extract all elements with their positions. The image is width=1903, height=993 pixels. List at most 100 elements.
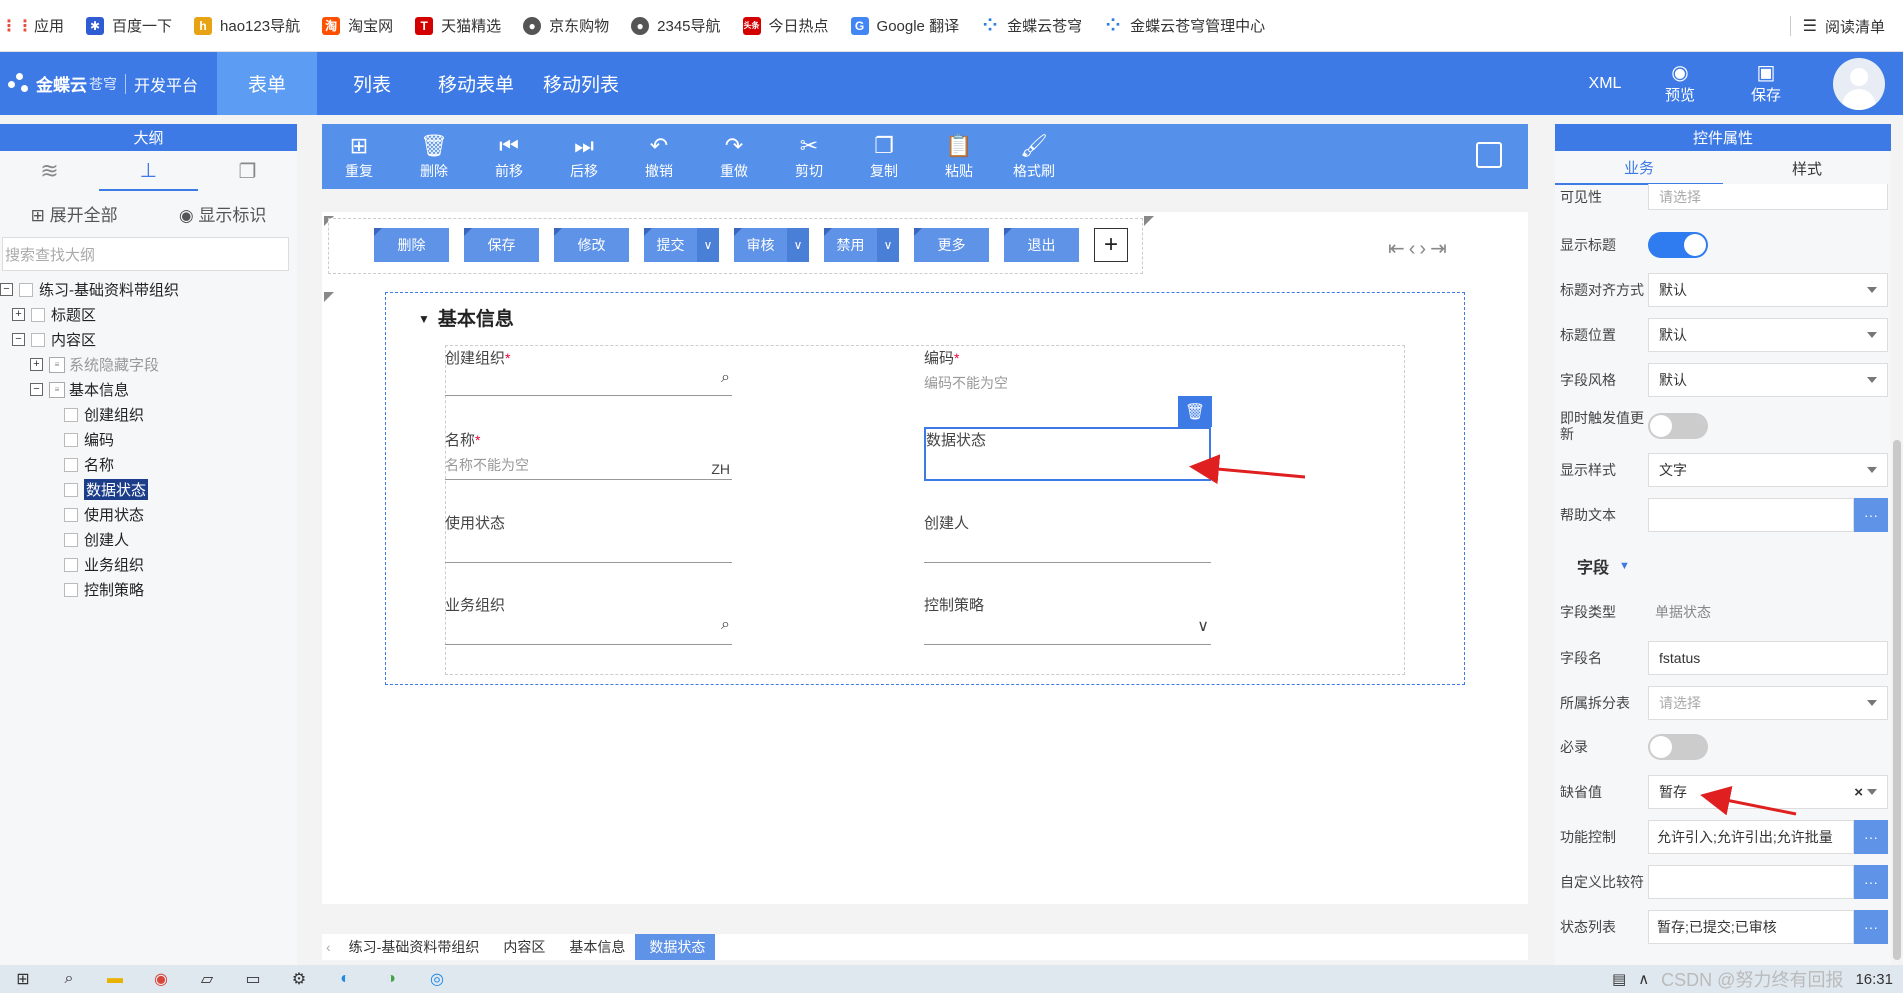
tab-business[interactable]: 业务 bbox=[1555, 151, 1723, 185]
more-button[interactable]: ··· bbox=[1854, 820, 1888, 854]
move-forward-button[interactable]: ⏮ 前移 bbox=[479, 124, 539, 189]
field-code[interactable]: 编码* 编码不能为空 bbox=[924, 347, 1211, 397]
bookmark-jd[interactable]: ● 京东购物 bbox=[523, 15, 609, 36]
expand-icon[interactable]: + bbox=[12, 308, 25, 321]
layers-tab[interactable]: ≋ bbox=[0, 151, 99, 191]
tab-mobile-list[interactable]: 移动列表 bbox=[535, 52, 627, 115]
move-back-button[interactable]: ⏭ 后移 bbox=[554, 124, 614, 189]
tab-mobile-form[interactable]: 移动表单 bbox=[430, 52, 522, 115]
field-use-status[interactable]: 使用状态 bbox=[445, 512, 732, 563]
visible-select[interactable]: 请选择 bbox=[1648, 184, 1888, 210]
bookmark-taobao[interactable]: 淘淘宝网 bbox=[322, 15, 393, 36]
chevron-down-icon[interactable]: ∨ bbox=[1197, 616, 1209, 636]
reading-list-button[interactable]: ☰ 阅读清单 bbox=[1789, 0, 1885, 52]
app-icon[interactable]: ◐ bbox=[322, 965, 368, 993]
undo-button[interactable]: ↶ 撤销 bbox=[629, 124, 689, 189]
required-toggle[interactable] bbox=[1648, 734, 1708, 760]
expand-all-button[interactable]: ⊞ 展开全部 bbox=[31, 201, 118, 226]
outline-search-input[interactable]: 搜索查找大纲 bbox=[2, 237, 289, 271]
gear-icon[interactable]: ⚙ bbox=[276, 965, 322, 993]
bookmark-baidu[interactable]: ✱ 百度一下 bbox=[86, 15, 172, 36]
avatar[interactable] bbox=[1833, 58, 1885, 110]
tree-node-field[interactable]: 控制策略 bbox=[0, 577, 297, 602]
title-align-select[interactable]: 默认 bbox=[1648, 273, 1888, 307]
status-list-input[interactable]: 暂存;已提交;已审核 bbox=[1648, 910, 1854, 944]
delete-button[interactable]: 🗑 删除 bbox=[404, 124, 464, 189]
breadcrumb-item[interactable]: 内容区 bbox=[489, 934, 555, 960]
xml-button[interactable]: XML bbox=[1575, 52, 1635, 115]
redo-button[interactable]: ↷ 重做 bbox=[704, 124, 764, 189]
tree-node-hidden-fields[interactable]: + ≡ 系统隐藏字段 bbox=[0, 352, 297, 377]
search-icon[interactable]: ⌕ bbox=[46, 965, 92, 993]
terminal-icon[interactable]: ▭ bbox=[230, 965, 276, 993]
more-action-button[interactable]: 更多 bbox=[914, 228, 989, 262]
copy-tab[interactable]: ❐ bbox=[198, 151, 297, 191]
instant-update-toggle[interactable] bbox=[1648, 413, 1708, 439]
tree-node-root[interactable]: − 练习-基础资料带组织 bbox=[0, 277, 297, 302]
submit-action-button[interactable]: 提交 ∨ bbox=[644, 228, 719, 262]
exit-action-button[interactable]: 退出 bbox=[1004, 228, 1079, 262]
field-create-org[interactable]: 创建组织* ⌕ bbox=[445, 347, 732, 397]
func-ctrl-input[interactable]: 允许引入;允许引出;允许批量 bbox=[1648, 820, 1854, 854]
field-section-header[interactable]: 字段 ▼ bbox=[1577, 554, 1903, 578]
copy-button[interactable]: ❐ 复制 bbox=[854, 124, 914, 189]
add-action-button[interactable]: + bbox=[1094, 228, 1128, 262]
more-button[interactable]: ··· bbox=[1854, 910, 1888, 944]
bookmark-2345[interactable]: ● 2345导航 bbox=[631, 15, 721, 36]
bookmark-hao123[interactable]: h hao123导航 bbox=[194, 15, 300, 36]
field-name[interactable]: 名称* 名称不能为空 ZH bbox=[445, 429, 732, 480]
chrome-icon[interactable]: ◉ bbox=[138, 965, 184, 993]
delete-field-button[interactable]: 🗑 bbox=[1178, 396, 1212, 427]
preview-button[interactable]: ◉ 预览 bbox=[1650, 52, 1710, 115]
tab-style[interactable]: 样式 bbox=[1723, 151, 1891, 185]
field-creator[interactable]: 创建人 bbox=[924, 512, 1211, 563]
title-pos-select[interactable]: 默认 bbox=[1648, 318, 1888, 352]
search-icon[interactable]: ⌕ bbox=[721, 616, 730, 634]
display-style-select[interactable]: 文字 bbox=[1648, 453, 1888, 487]
breadcrumb-item[interactable]: 基本信息 bbox=[555, 934, 635, 960]
cut-button[interactable]: ✂ 剪切 bbox=[779, 124, 839, 189]
app-icon[interactable]: ▱ bbox=[184, 965, 230, 993]
tree-node-field[interactable]: 创建人 bbox=[0, 527, 297, 552]
tab-form[interactable]: 表单 bbox=[217, 52, 317, 115]
chevron-up-icon[interactable]: ∧ bbox=[1638, 970, 1649, 988]
more-button[interactable]: ··· bbox=[1854, 498, 1888, 532]
field-style-select[interactable]: 默认 bbox=[1648, 363, 1888, 397]
custom-compare-input[interactable] bbox=[1648, 865, 1854, 899]
field-biz-org[interactable]: 业务组织 ⌕ bbox=[445, 594, 732, 645]
tree-node-field[interactable]: 使用状态 bbox=[0, 502, 297, 527]
field-data-status-selected[interactable]: 数据状态 bbox=[924, 427, 1211, 481]
windows-start-icon[interactable]: ⊞ bbox=[0, 965, 46, 993]
chevron-down-icon[interactable]: ∨ bbox=[697, 228, 719, 262]
app-icon[interactable]: ◑ bbox=[368, 965, 414, 993]
tree-node-field[interactable]: 创建组织 bbox=[0, 402, 297, 427]
tab-list[interactable]: 列表 bbox=[330, 52, 414, 115]
pager-icons[interactable]: ⇤‹›⇥ bbox=[1388, 236, 1451, 261]
breadcrumb-item[interactable]: 练习-基础资料带组织 bbox=[335, 934, 490, 960]
bookmark-google-translate[interactable]: G Google 翻译 bbox=[850, 15, 959, 36]
audit-action-button[interactable]: 审核 ∨ bbox=[734, 228, 809, 262]
chevron-down-icon[interactable]: ∨ bbox=[787, 228, 809, 262]
app-icon[interactable]: ◎ bbox=[414, 965, 460, 993]
bookmark-apps[interactable]: ⋮⋮ 应用 bbox=[1, 15, 64, 36]
split-table-select[interactable]: 请选择 bbox=[1648, 686, 1888, 720]
clock[interactable]: 16:31 bbox=[1855, 971, 1893, 988]
save-action-button[interactable]: 保存 bbox=[464, 228, 539, 262]
default-value-select[interactable]: 暂存 × bbox=[1648, 775, 1888, 809]
keyboard-icon[interactable]: ▤ bbox=[1612, 970, 1626, 988]
modify-action-button[interactable]: 修改 bbox=[554, 228, 629, 262]
bookmark-news[interactable]: 头条 今日热点 bbox=[742, 15, 829, 36]
tree-node-content-area[interactable]: − 内容区 bbox=[0, 327, 297, 352]
save-button[interactable]: ▣ 保存 bbox=[1736, 52, 1796, 115]
folder-icon[interactable]: ▬ bbox=[92, 965, 138, 993]
collapse-icon[interactable]: − bbox=[0, 283, 13, 296]
search-icon[interactable]: ⌕ bbox=[721, 369, 730, 387]
tree-node-field-selected[interactable]: 数据状态 bbox=[0, 477, 297, 502]
format-painter-button[interactable]: 🖌 格式刷 bbox=[1004, 124, 1064, 189]
more-button[interactable]: ··· bbox=[1854, 865, 1888, 899]
fullscreen-icon[interactable] bbox=[1476, 142, 1502, 168]
tree-node-field[interactable]: 业务组织 bbox=[0, 552, 297, 577]
tree-node-field[interactable]: 名称 bbox=[0, 452, 297, 477]
breadcrumb-left-arrow[interactable]: ‹ bbox=[322, 939, 335, 955]
breadcrumb-item-active[interactable]: 数据状态 bbox=[635, 934, 716, 960]
